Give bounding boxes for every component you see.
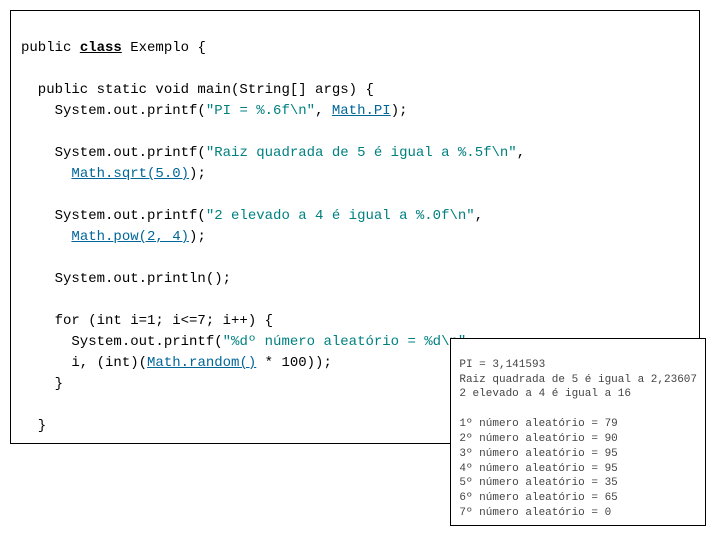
output-line: Raiz quadrada de 5 é igual a 2,23607 <box>459 374 697 386</box>
code-line <box>21 187 29 203</box>
output-line: 5º número aleatório = 35 <box>459 477 617 489</box>
output-line: 1º número aleatório = 79 <box>459 418 617 430</box>
code-line: Math.pow(2, 4)); <box>21 229 206 245</box>
output-line: 4º número aleatório = 95 <box>459 463 617 475</box>
code-line: for (int i=1; i<=7; i++) { <box>21 313 273 329</box>
code-line: System.out.printf("%dº número aleatório … <box>21 334 475 350</box>
output-line: 2º número aleatório = 90 <box>459 433 617 445</box>
code-line: } <box>21 376 63 392</box>
code-line <box>21 397 29 413</box>
code-line: System.out.printf("2 elevado a 4 é igual… <box>21 208 483 224</box>
output-line: PI = 3,141593 <box>459 359 545 371</box>
program-output: PI = 3,141593 Raiz quadrada de 5 é igual… <box>450 338 706 526</box>
output-line: 6º número aleatório = 65 <box>459 492 617 504</box>
code-line: System.out.println(); <box>21 271 231 287</box>
output-line: 2 elevado a 4 é igual a 16 <box>459 388 631 400</box>
code-line <box>21 124 29 140</box>
code-line: i, (int)(Math.random() * 100)); <box>21 355 332 371</box>
math-ref: Math.PI <box>332 103 391 119</box>
math-ref: Math.sqrt(5.0) <box>71 166 189 182</box>
code-line <box>21 250 29 266</box>
code-line <box>21 61 29 77</box>
string-literal: "PI = %.6f\n" <box>206 103 315 119</box>
output-line: 7º número aleatório = 0 <box>459 507 611 519</box>
keyword-class: class <box>80 40 122 56</box>
code-line: public class Exemplo { <box>21 40 206 56</box>
output-line: 3º número aleatório = 95 <box>459 448 617 460</box>
code-line: } <box>21 418 46 434</box>
code-line: public static void main(String[] args) { <box>21 82 374 98</box>
math-ref: Math.pow(2, 4) <box>71 229 189 245</box>
string-literal: "%dº número aleatório = %d\n" <box>223 334 467 350</box>
code-line: System.out.printf("Raiz quadrada de 5 é … <box>21 145 525 161</box>
code-line <box>21 292 29 308</box>
code-line: System.out.printf("PI = %.6f\n", Math.PI… <box>21 103 408 119</box>
code-line: Math.sqrt(5.0)); <box>21 166 206 182</box>
math-ref: Math.random() <box>147 355 256 371</box>
string-literal: "2 elevado a 4 é igual a %.0f\n" <box>206 208 475 224</box>
string-literal: "Raiz quadrada de 5 é igual a %.5f\n" <box>206 145 517 161</box>
